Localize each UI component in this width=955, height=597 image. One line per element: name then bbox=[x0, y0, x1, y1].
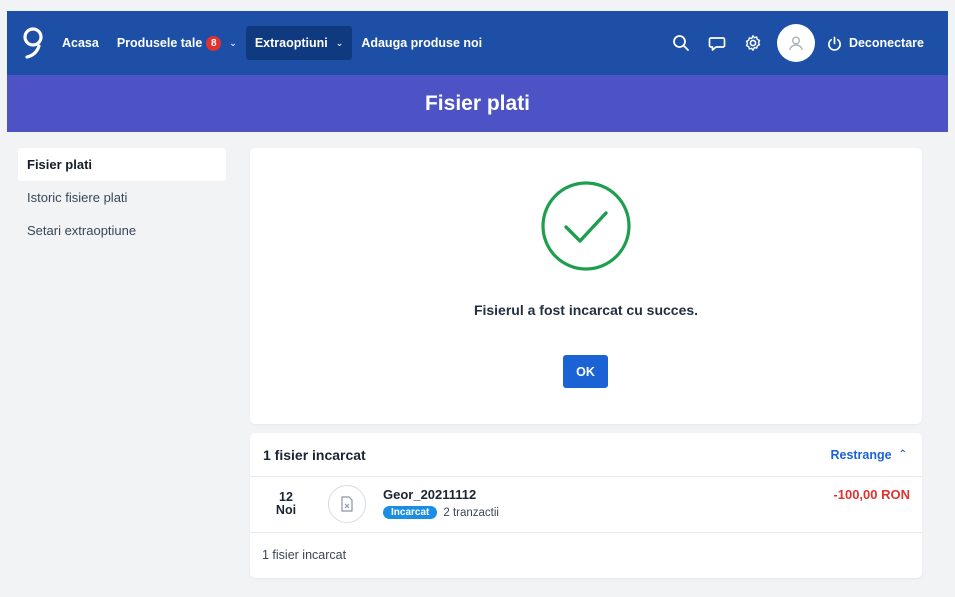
status-badge: Incarcat bbox=[383, 506, 438, 519]
user-icon bbox=[789, 36, 803, 51]
file-info: Geor_20211112 Incarcat 2 tranzactii bbox=[383, 487, 499, 519]
brand-logo-icon[interactable] bbox=[13, 11, 53, 75]
nav-products-label: Produsele tale bbox=[116, 36, 203, 50]
transaction-count: 2 tranzactii bbox=[443, 506, 499, 519]
chevron-down-icon: ⌄ bbox=[229, 37, 237, 48]
file-date: 12 Noi bbox=[250, 487, 322, 517]
excel-file-icon bbox=[328, 485, 366, 523]
upload-success-card: Fisierul a fost incarcat cu succes. OK bbox=[250, 148, 922, 424]
nav-home-label: Acasa bbox=[62, 36, 99, 50]
sidebar: Fisier plati Istoric fisiere plati Setar… bbox=[18, 148, 226, 247]
check-circle-icon bbox=[541, 181, 631, 271]
files-card-header: 1 fisier incarcat Restrange ⌃ bbox=[250, 433, 922, 477]
collapse-label: Restrange bbox=[830, 447, 892, 462]
file-date-month: Noi bbox=[275, 503, 297, 517]
ok-button[interactable]: OK bbox=[563, 355, 608, 388]
file-name: Geor_20211112 bbox=[383, 487, 477, 502]
sidebar-item-payment-history[interactable]: Istoric fisiere plati bbox=[18, 181, 226, 214]
nav-products[interactable]: Produsele tale 8 ⌄ bbox=[108, 26, 246, 60]
file-amount: -100,00 RON bbox=[833, 487, 910, 502]
logout-label: Deconectare bbox=[848, 36, 924, 50]
chevron-down-icon: ⌄ bbox=[335, 37, 344, 48]
chat-bubble-icon[interactable] bbox=[699, 25, 735, 61]
files-card-footer: 1 fisier incarcat bbox=[262, 548, 347, 562]
nav-home[interactable]: Acasa bbox=[53, 26, 108, 60]
search-icon[interactable] bbox=[663, 25, 699, 61]
power-icon bbox=[827, 36, 841, 51]
files-card-title: 1 fisier incarcat bbox=[263, 446, 366, 463]
logout-button[interactable]: Deconectare bbox=[827, 36, 924, 51]
top-navigation-bar: Acasa Produsele tale 8 ⌄ Extraoptiuni ⌄ … bbox=[7, 11, 948, 75]
uploaded-files-card: 1 fisier incarcat Restrange ⌃ 12 Noi Geo… bbox=[250, 433, 922, 578]
sidebar-item-label: Setari extraoptiune bbox=[27, 223, 137, 238]
gear-icon[interactable] bbox=[735, 25, 771, 61]
nav-add-products-label: Adauga produse noi bbox=[361, 36, 483, 50]
sidebar-item-extra-settings[interactable]: Setari extraoptiune bbox=[18, 214, 226, 247]
sidebar-item-label: Istoric fisiere plati bbox=[27, 190, 128, 205]
collapse-button[interactable]: Restrange ⌃ bbox=[830, 448, 907, 462]
chevron-up-icon: ⌃ bbox=[898, 449, 907, 460]
products-count-badge: 8 bbox=[206, 35, 222, 51]
success-message: Fisierul a fost incarcat cu succes. bbox=[473, 302, 699, 318]
nav-extras[interactable]: Extraoptiuni ⌄ bbox=[245, 26, 353, 60]
file-row[interactable]: 12 Noi Geor_20211112 Incarcat 2 tranzact… bbox=[250, 477, 922, 533]
user-avatar[interactable] bbox=[776, 24, 815, 62]
file-meta: Incarcat 2 tranzactii bbox=[383, 506, 499, 519]
nav-add-products[interactable]: Adauga produse noi bbox=[352, 26, 491, 60]
sidebar-item-label: Fisier plati bbox=[27, 157, 93, 172]
sidebar-item-payment-file[interactable]: Fisier plati bbox=[18, 148, 226, 181]
page-header: Fisier plati bbox=[7, 75, 948, 132]
page-title: Fisier plati bbox=[424, 91, 531, 115]
nav-extras-label: Extraoptiuni bbox=[254, 36, 328, 50]
